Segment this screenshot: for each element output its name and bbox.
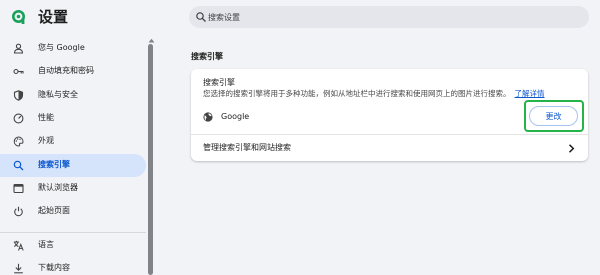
shield-icon	[13, 90, 24, 101]
manage-search-engines-label: 管理搜索引擎和网站搜索	[203, 143, 291, 152]
sidebar-item-label: 语言	[38, 240, 54, 249]
sidebar-item-you-and-google[interactable]: 您与 Google	[0, 37, 146, 60]
search-box[interactable]	[189, 6, 589, 28]
sidebar-item-default-browser[interactable]: 默认浏览器	[0, 177, 146, 200]
search-input[interactable]	[208, 6, 578, 28]
sidebar-item-performance[interactable]: 性能	[0, 107, 146, 130]
globe-icon	[203, 112, 213, 122]
sidebar-scrollbar[interactable]	[148, 44, 153, 275]
section-title: 搜索引擎	[191, 52, 223, 61]
card-description: 您选择的搜索引擎将用于多种功能，例如从地址栏中进行搜索和使用网页上的图片进行搜索…	[203, 88, 545, 100]
chevron-right-icon	[568, 144, 575, 153]
sidebar: 您与 Google 自动填充和密码 隐私与安全 性能 外观 搜索引擎 默认浏览器…	[0, 36, 150, 275]
person-icon	[13, 43, 24, 54]
download-icon	[14, 263, 23, 274]
browser-logo-icon	[12, 10, 25, 24]
sidebar-item-label: 下载内容	[38, 263, 70, 272]
sidebar-item-label: 您与 Google	[38, 43, 85, 52]
page-title: 设置	[38, 8, 69, 26]
sidebar-item-privacy[interactable]: 隐私与安全	[0, 84, 146, 107]
sidebar-item-label: 外观	[38, 136, 54, 145]
sidebar-item-label: 性能	[38, 113, 54, 122]
sidebar-item-startup[interactable]: 起始页面	[0, 200, 146, 223]
sidebar-item-languages[interactable]: 语言	[0, 234, 146, 257]
card-description-text: 您选择的搜索引擎将用于多种功能，例如从地址栏中进行搜索和使用网页上的图片进行搜索…	[203, 89, 511, 98]
search-engine-name: Google	[221, 112, 250, 121]
search-engine-card: 搜索引擎 您选择的搜索引擎将用于多种功能，例如从地址栏中进行搜索和使用网页上的图…	[191, 69, 588, 161]
sidebar-divider	[0, 232, 146, 233]
power-icon	[14, 206, 23, 217]
translate-icon	[13, 240, 24, 251]
sidebar-item-autofill[interactable]: 自动填充和密码	[0, 60, 146, 83]
sidebar-item-label: 自动填充和密码	[38, 66, 94, 75]
sidebar-item-downloads[interactable]: 下载内容	[0, 257, 146, 275]
manage-search-engines-row[interactable]: 管理搜索引擎和网站搜索	[191, 135, 588, 161]
sidebar-item-search-engine[interactable]: 搜索引擎	[0, 154, 146, 177]
scroll-up-arrow-icon[interactable]	[148, 38, 155, 43]
search-icon	[13, 160, 24, 171]
sidebar-item-label: 搜索引擎	[38, 160, 70, 169]
search-icon	[196, 12, 206, 22]
change-search-engine-button[interactable]: 更改	[529, 106, 578, 126]
sidebar-item-appearance[interactable]: 外观	[0, 130, 146, 153]
key-icon	[13, 68, 24, 75]
learn-more-link[interactable]: 了解详情	[515, 89, 545, 98]
sidebar-item-label: 默认浏览器	[38, 183, 78, 192]
sidebar-item-label: 起始页面	[38, 206, 70, 215]
browser-window-icon	[13, 183, 24, 194]
gauge-icon	[13, 113, 24, 124]
sidebar-item-label: 隐私与安全	[38, 90, 78, 99]
palette-icon	[13, 136, 24, 147]
